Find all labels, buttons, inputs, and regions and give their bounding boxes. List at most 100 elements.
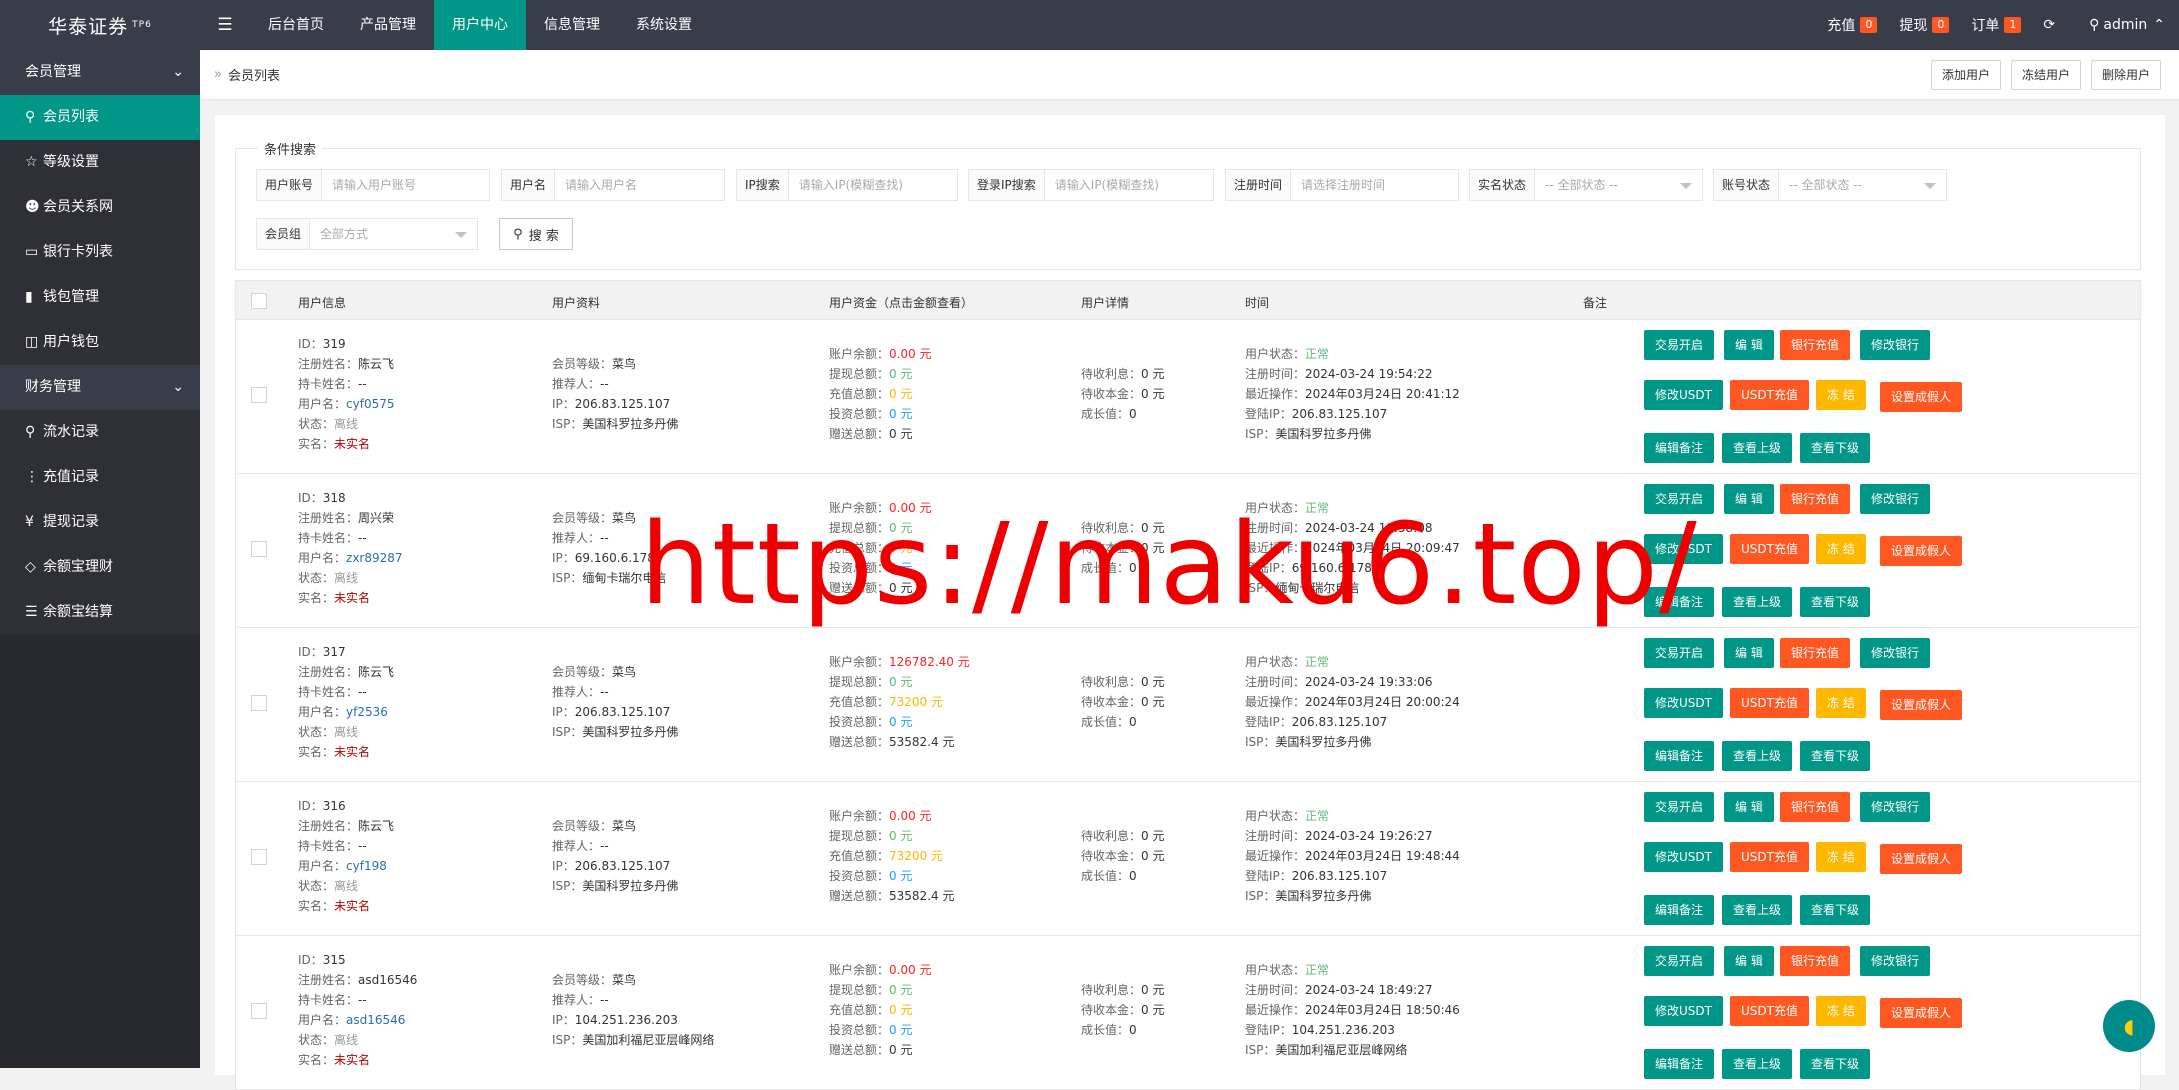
trade-open-button[interactable]: 交易开启 <box>1644 946 1715 976</box>
row-checkbox[interactable] <box>251 695 267 711</box>
select-all-checkbox[interactable] <box>251 293 267 309</box>
username-link[interactable]: cyf0575 <box>346 397 394 411</box>
account-input[interactable]: 请输入用户账号 <box>322 170 489 200</box>
row-checkbox[interactable] <box>251 1003 267 1019</box>
login-ip-input[interactable]: 请输入IP(模糊查找) <box>1045 170 1213 200</box>
topnav-user-center[interactable]: 用户中心 <box>434 0 526 50</box>
freeze-button[interactable]: 冻 结 <box>1816 380 1866 410</box>
trade-open-button[interactable]: 交易开启 <box>1644 330 1715 360</box>
ip-input[interactable]: 请输入IP(模糊查找) <box>789 170 957 200</box>
topnav-info[interactable]: 信息管理 <box>526 0 618 50</box>
verify-status-select[interactable]: -- 全部状态 -- <box>1535 170 1702 200</box>
view-children-button[interactable]: 查看下级 <box>1800 1049 1871 1079</box>
bank-recharge-button[interactable]: 银行充值 <box>1780 946 1851 976</box>
balance-link[interactable]: 0.00 元 <box>889 963 932 977</box>
balance-link[interactable]: 0.00 元 <box>889 347 932 361</box>
view-parent-button[interactable]: 查看上级 <box>1722 741 1793 771</box>
group-select[interactable]: 全部方式 <box>310 219 477 249</box>
sidebar-group-finance[interactable]: 财务管理 ⌄ <box>0 365 200 410</box>
row-checkbox[interactable] <box>251 541 267 557</box>
sidebar-item-recharge[interactable]: ⋮ 充值记录 <box>0 455 200 500</box>
modify-bank-button[interactable]: 修改银行 <box>1860 792 1931 822</box>
user-menu[interactable]: ⚲ admin ⌃ <box>2089 17 2165 33</box>
username-link[interactable]: yf2536 <box>346 705 388 719</box>
modify-usdt-button[interactable]: 修改USDT <box>1644 688 1723 718</box>
trade-open-button[interactable]: 交易开启 <box>1644 792 1715 822</box>
usdt-recharge-button[interactable]: USDT充值 <box>1730 688 1809 718</box>
modify-bank-button[interactable]: 修改银行 <box>1860 638 1931 668</box>
trade-open-button[interactable]: 交易开启 <box>1644 638 1715 668</box>
balance-link[interactable]: 126782.40 元 <box>889 655 970 669</box>
row-checkbox[interactable] <box>251 387 267 403</box>
freeze-button[interactable]: 冻 结 <box>1816 842 1866 872</box>
delete-user-button[interactable]: 删除用户 <box>2090 59 2161 90</box>
view-children-button[interactable]: 查看下级 <box>1800 741 1871 771</box>
sidebar-item-member-list[interactable]: ⚲ 会员列表 <box>0 95 200 140</box>
add-user-button[interactable]: 添加用户 <box>1930 59 2001 90</box>
sidebar-item-bankcards[interactable]: ▭ 银行卡列表 <box>0 230 200 275</box>
modify-usdt-button[interactable]: 修改USDT <box>1644 996 1723 1026</box>
menu-toggle-icon[interactable]: ☰ <box>200 0 250 50</box>
freeze-button[interactable]: 冻 结 <box>1816 534 1866 564</box>
bank-recharge-button[interactable]: 银行充值 <box>1780 330 1851 360</box>
balance-link[interactable]: 0.00 元 <box>889 809 932 823</box>
sidebar-item-yuebao-settle[interactable]: ☰ 余额宝结算 <box>0 590 200 635</box>
freeze-user-button[interactable]: 冻结用户 <box>2010 59 2081 90</box>
set-fake-button[interactable]: 设置成假人 <box>1880 536 1963 566</box>
view-children-button[interactable]: 查看下级 <box>1800 895 1871 925</box>
edit-button[interactable]: 编 辑 <box>1724 946 1774 976</box>
topnav-products[interactable]: 产品管理 <box>342 0 434 50</box>
chat-float-icon[interactable]: ◖ <box>2103 1000 2155 1052</box>
orders-link[interactable]: 订单 1 <box>1971 15 2022 35</box>
account-status-select[interactable]: -- 全部状态 -- <box>1779 170 1946 200</box>
modify-bank-button[interactable]: 修改银行 <box>1860 484 1931 514</box>
freeze-button[interactable]: 冻 结 <box>1816 996 1866 1026</box>
edit-remark-button[interactable]: 编辑备注 <box>1644 741 1715 771</box>
invest-link[interactable]: 0 元 <box>889 407 912 421</box>
topnav-system[interactable]: 系统设置 <box>618 0 710 50</box>
topnav-home[interactable]: 后台首页 <box>250 0 342 50</box>
view-parent-button[interactable]: 查看上级 <box>1722 895 1793 925</box>
usdt-recharge-button[interactable]: USDT充值 <box>1730 534 1809 564</box>
view-parent-button[interactable]: 查看上级 <box>1722 1049 1793 1079</box>
edit-remark-button[interactable]: 编辑备注 <box>1644 1049 1715 1079</box>
refresh-icon[interactable]: ⟳ <box>2043 17 2055 33</box>
edit-remark-button[interactable]: 编辑备注 <box>1644 433 1715 463</box>
bank-recharge-button[interactable]: 银行充值 <box>1780 638 1851 668</box>
withdraw-link[interactable]: 0 元 <box>889 367 912 381</box>
modify-bank-button[interactable]: 修改银行 <box>1860 946 1931 976</box>
modify-bank-button[interactable]: 修改银行 <box>1860 330 1931 360</box>
sidebar-item-level[interactable]: ☆ 等级设置 <box>0 140 200 185</box>
regtime-input[interactable]: 请选择注册时间 <box>1291 170 1458 200</box>
set-fake-button[interactable]: 设置成假人 <box>1880 998 1963 1028</box>
username-input[interactable]: 请输入用户名 <box>555 170 724 200</box>
recharge-link[interactable]: 73200 元 <box>889 849 943 863</box>
withdraw-link[interactable]: 0 元 <box>889 675 912 689</box>
withdraw-link[interactable]: 0 元 <box>889 829 912 843</box>
set-fake-button[interactable]: 设置成假人 <box>1880 690 1963 720</box>
view-parent-button[interactable]: 查看上级 <box>1722 433 1793 463</box>
sidebar-item-yuebao[interactable]: ◇ 余额宝理财 <box>0 545 200 590</box>
sidebar-group-members[interactable]: 会员管理 ⌄ <box>0 50 200 95</box>
withdraw-link[interactable]: 提现 0 <box>1899 15 1950 35</box>
modify-usdt-button[interactable]: 修改USDT <box>1644 842 1723 872</box>
usdt-recharge-button[interactable]: USDT充值 <box>1730 842 1809 872</box>
row-checkbox[interactable] <box>251 849 267 865</box>
sidebar-item-withdraw[interactable]: ¥ 提现记录 <box>0 500 200 545</box>
username-link[interactable]: zxr89287 <box>346 551 403 565</box>
edit-remark-button[interactable]: 编辑备注 <box>1644 895 1715 925</box>
view-children-button[interactable]: 查看下级 <box>1800 587 1871 617</box>
edit-button[interactable]: 编 辑 <box>1724 484 1774 514</box>
freeze-button[interactable]: 冻 结 <box>1816 688 1866 718</box>
view-children-button[interactable]: 查看下级 <box>1800 433 1871 463</box>
username-link[interactable]: cyf198 <box>346 859 387 873</box>
modify-usdt-button[interactable]: 修改USDT <box>1644 380 1723 410</box>
usdt-recharge-button[interactable]: USDT充值 <box>1730 380 1809 410</box>
recharge-link[interactable]: 充值 0 <box>1827 15 1878 35</box>
invest-link[interactable]: 0 元 <box>889 715 912 729</box>
th-user-funds[interactable]: 用户资金（点击金额查看） <box>829 294 973 311</box>
recharge-link[interactable]: 0 元 <box>889 387 912 401</box>
invest-link[interactable]: 0 元 <box>889 869 912 883</box>
usdt-recharge-button[interactable]: USDT充值 <box>1730 996 1809 1026</box>
username-link[interactable]: asd16546 <box>346 1013 405 1027</box>
